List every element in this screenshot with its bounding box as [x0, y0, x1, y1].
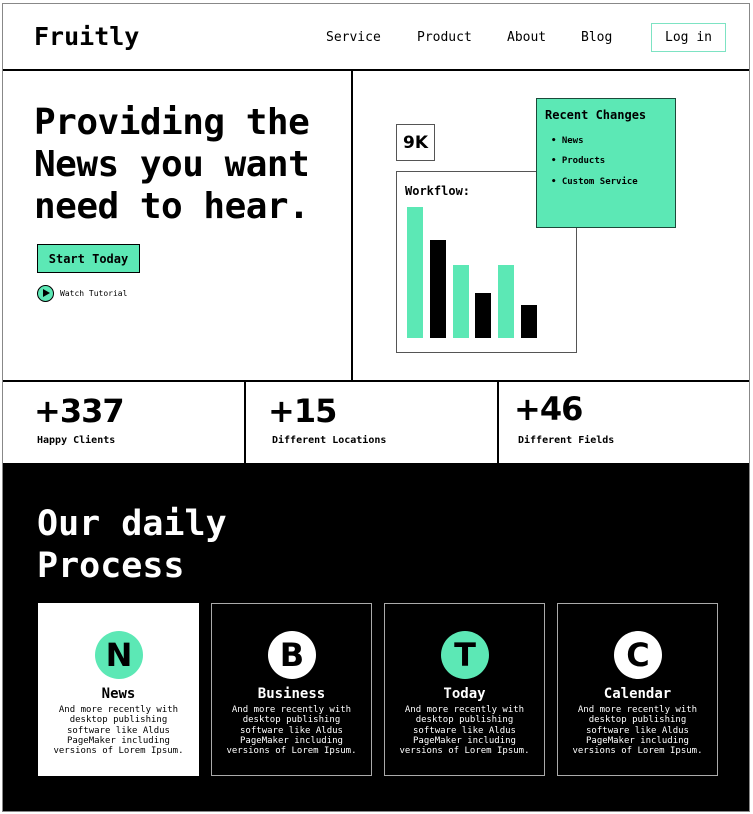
page: Fruitly Service Product About Blog Log i… — [2, 3, 750, 812]
process-title-line: Our daily — [37, 504, 227, 544]
card-title: Business — [257, 686, 326, 702]
logo[interactable]: Fruitly — [34, 22, 139, 51]
card-title: Calendar — [603, 686, 672, 702]
recent-item-label: Products — [561, 156, 606, 166]
recent-item[interactable]: • Custom Service — [551, 177, 638, 187]
hero-illustration: 9K Workflow: Recent Changes • News • Pro… — [353, 71, 749, 380]
stat-badge: 9K — [396, 124, 435, 161]
hero-title: Providing the News you want need to hear… — [34, 102, 310, 228]
hero-title-line: News you want — [34, 144, 310, 185]
card-description: And more recently with desktop publishin… — [572, 705, 703, 757]
login-button[interactable]: Log in — [651, 23, 726, 52]
card-title: Today — [443, 686, 486, 702]
workflow-bar — [521, 305, 537, 338]
workflow-bar — [407, 207, 423, 338]
stat-label: Different Fields — [518, 435, 615, 446]
card-description: And more recently with desktop publishin… — [53, 705, 184, 757]
workflow-bar — [498, 264, 515, 338]
card-description: And more recently with desktop publishin… — [399, 705, 530, 757]
letter-icon: N — [95, 631, 143, 679]
nav-service[interactable]: Service — [326, 30, 381, 45]
stat-locations: +15 Different Locations — [246, 382, 499, 465]
process-card-calendar[interactable]: C Calendar And more recently with deskto… — [557, 603, 718, 776]
card-description: And more recently with desktop publishin… — [226, 705, 357, 757]
card-title: News — [101, 686, 136, 702]
stats-row: +337 Happy Clients +15 Different Locatio… — [3, 380, 749, 465]
stat-happy-clients: +337 Happy Clients — [3, 382, 246, 465]
stat-label: Different Locations — [272, 435, 387, 446]
watch-tutorial-link[interactable]: Watch Tutorial — [60, 289, 127, 298]
nav-about[interactable]: About — [507, 30, 546, 45]
letter-icon: C — [614, 631, 662, 679]
recent-item[interactable]: • Products — [551, 156, 605, 166]
workflow-bar — [452, 264, 469, 338]
process-title-line: Process — [37, 546, 185, 586]
play-icon[interactable] — [37, 285, 54, 302]
process-card-today[interactable]: T Today And more recently with desktop p… — [384, 603, 545, 776]
process-title: Our daily Process — [37, 503, 227, 587]
workflow-bar — [429, 239, 446, 338]
hero-title-line: Providing the — [34, 102, 310, 143]
process-card-news[interactable]: N News And more recently with desktop pu… — [38, 603, 199, 776]
hero: Providing the News you want need to hear… — [3, 71, 353, 380]
stat-value: +337 — [34, 392, 125, 430]
process-card-business[interactable]: B Business And more recently with deskto… — [211, 603, 372, 776]
stat-fields: +46 Different Fields — [499, 382, 749, 465]
hero-title-line: need to hear. — [34, 186, 310, 227]
header: Fruitly Service Product About Blog Log i… — [3, 4, 749, 71]
letter-icon: T — [441, 631, 489, 679]
workflow-title: Workflow: — [405, 184, 471, 198]
workflow-bar — [475, 293, 492, 338]
stat-value: +46 — [514, 390, 583, 428]
nav-product[interactable]: Product — [417, 30, 472, 45]
stat-label: Happy Clients — [37, 435, 116, 446]
start-today-button[interactable]: Start Today — [37, 244, 140, 273]
recent-changes-title: Recent Changes — [545, 108, 647, 122]
recent-item-label: News — [561, 136, 584, 146]
recent-item[interactable]: • News — [551, 136, 584, 146]
nav-blog[interactable]: Blog — [581, 30, 612, 45]
stat-value: +15 — [268, 392, 337, 430]
recent-changes-panel: Recent Changes • News • Products • Custo… — [536, 98, 676, 228]
process-section: Our daily Process N News And more recent… — [3, 463, 749, 811]
recent-item-label: Custom Service — [561, 177, 638, 187]
letter-icon: B — [268, 631, 316, 679]
